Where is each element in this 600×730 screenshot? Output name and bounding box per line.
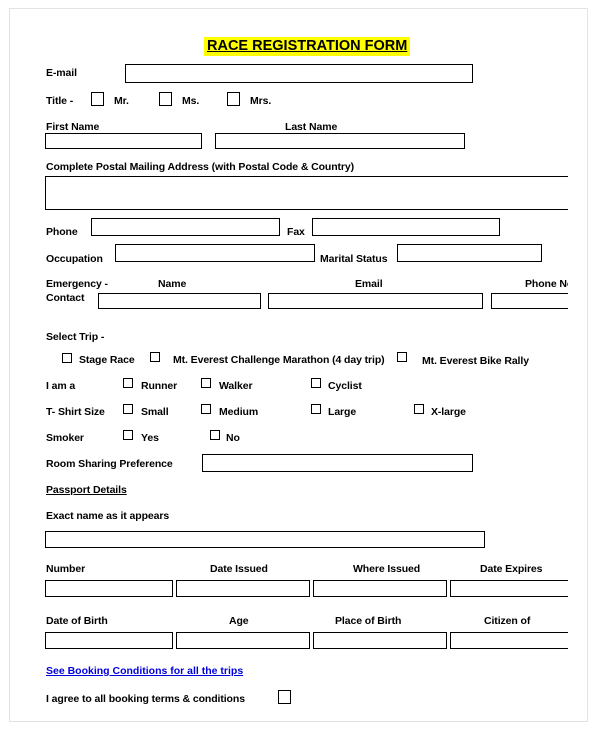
title-label: Title - <box>46 95 74 107</box>
passport-input-number[interactable] <box>45 580 173 597</box>
title-checkbox-mr[interactable] <box>91 92 104 106</box>
smoker-label: Smoker <box>46 432 84 444</box>
passport-details-heading: Passport Details <box>46 484 127 496</box>
passport-input-citizen-of[interactable] <box>450 632 568 649</box>
occupation-input[interactable] <box>115 244 315 262</box>
smoker-checkbox-no[interactable] <box>210 430 220 440</box>
passport-input-date-expires[interactable] <box>450 580 568 597</box>
emergency-email-label: Email <box>355 278 383 290</box>
passport-header-date-issued: Date Issued <box>210 563 268 575</box>
select-trip-label: Select Trip - <box>46 331 105 343</box>
smoker-option-label-no: No <box>226 432 240 444</box>
smoker-checkbox-yes[interactable] <box>123 430 133 440</box>
emergency-email-input[interactable] <box>268 293 483 309</box>
form-page-sheet: RACE REGISTRATION FORM E-mail Title - Mr… <box>9 8 588 722</box>
occupation-label: Occupation <box>46 253 103 265</box>
booking-conditions-link[interactable]: See Booking Conditions for all the trips <box>46 665 243 677</box>
passport-header-date-expires: Date Expires <box>480 563 543 575</box>
tshirt-checkbox-large[interactable] <box>311 404 321 414</box>
email-label: E-mail <box>46 67 77 79</box>
terms-agreement-checkbox[interactable] <box>278 690 291 704</box>
passport-input-date-issued[interactable] <box>176 580 310 597</box>
marital-status-label: Marital Status <box>320 253 388 265</box>
passport-input-where-issued[interactable] <box>313 580 447 597</box>
tshirt-checkbox-medium[interactable] <box>201 404 211 414</box>
form-content-canvas: RACE REGISTRATION FORM E-mail Title - Mr… <box>10 9 568 721</box>
page-title: RACE REGISTRATION FORM <box>204 37 411 56</box>
terms-agreement-label: I agree to all booking terms & condition… <box>46 693 245 705</box>
passport-input-age[interactable] <box>176 632 310 649</box>
address-label: Complete Postal Mailing Address (with Po… <box>46 161 355 173</box>
participant-type-label: I am a <box>46 380 76 392</box>
trip-checkbox-stage-race[interactable] <box>62 353 72 363</box>
title-checkbox-ms[interactable] <box>159 92 172 106</box>
marital-status-input[interactable] <box>397 244 542 262</box>
title-option-label-ms: Ms. <box>182 95 200 107</box>
passport-exact-name-input[interactable] <box>45 531 485 548</box>
title-option-label-mr: Mr. <box>114 95 129 107</box>
smoker-option-label-yes: Yes <box>141 432 159 444</box>
tshirt-option-label-xlarge: X-large <box>431 406 466 418</box>
email-input[interactable] <box>125 64 473 83</box>
passport-header-where-issued: Where Issued <box>353 563 421 575</box>
passport-exact-name-label: Exact name as it appears <box>46 510 170 522</box>
trip-checkbox-everest-bike-rally[interactable] <box>397 352 407 362</box>
passport-header-age: Age <box>229 615 249 627</box>
trip-option-label-stage-race: Stage Race <box>79 354 135 366</box>
trip-option-label-everest-marathon: Mt. Everest Challenge Marathon (4 day tr… <box>173 354 385 366</box>
title-option-label-mrs: Mrs. <box>250 95 272 107</box>
phone-input[interactable] <box>91 218 280 236</box>
passport-header-place-of-birth: Place of Birth <box>335 615 402 627</box>
participant-checkbox-runner[interactable] <box>123 378 133 388</box>
first-name-label: First Name <box>46 121 100 133</box>
passport-input-date-of-birth[interactable] <box>45 632 173 649</box>
address-textarea[interactable] <box>45 176 568 210</box>
participant-option-label-runner: Runner <box>141 380 178 392</box>
phone-label: Phone <box>46 226 78 238</box>
participant-checkbox-walker[interactable] <box>201 378 211 388</box>
emergency-contact-label-line2: Contact <box>46 292 85 304</box>
participant-option-label-walker: Walker <box>219 380 253 392</box>
passport-header-date-of-birth: Date of Birth <box>46 615 108 627</box>
tshirt-checkbox-small[interactable] <box>123 404 133 414</box>
tshirt-size-label: T- Shirt Size <box>46 406 105 418</box>
fax-input[interactable] <box>312 218 500 236</box>
passport-header-citizen-of: Citizen of <box>484 615 531 627</box>
passport-header-number: Number <box>46 563 86 575</box>
room-sharing-input[interactable] <box>202 454 473 472</box>
tshirt-option-label-small: Small <box>141 406 169 418</box>
emergency-phone-label: Phone No <box>525 278 568 290</box>
emergency-phone-input[interactable] <box>491 293 568 309</box>
emergency-name-label: Name <box>158 278 187 290</box>
tshirt-checkbox-xlarge[interactable] <box>414 404 424 414</box>
last-name-input[interactable] <box>215 133 465 149</box>
participant-option-label-cyclist: Cyclist <box>328 380 362 392</box>
emergency-name-input[interactable] <box>98 293 261 309</box>
passport-input-place-of-birth[interactable] <box>313 632 447 649</box>
trip-option-label-everest-bike-rally: Mt. Everest Bike Rally <box>422 355 529 367</box>
participant-checkbox-cyclist[interactable] <box>311 378 321 388</box>
last-name-label: Last Name <box>285 121 338 133</box>
fax-label: Fax <box>287 226 305 238</box>
first-name-input[interactable] <box>45 133 202 149</box>
room-sharing-label: Room Sharing Preference <box>46 458 173 470</box>
title-checkbox-mrs[interactable] <box>227 92 240 106</box>
emergency-contact-label-line1: Emergency - <box>46 278 108 290</box>
tshirt-option-label-large: Large <box>328 406 357 418</box>
tshirt-option-label-medium: Medium <box>219 406 259 418</box>
trip-checkbox-everest-marathon[interactable] <box>150 352 160 362</box>
